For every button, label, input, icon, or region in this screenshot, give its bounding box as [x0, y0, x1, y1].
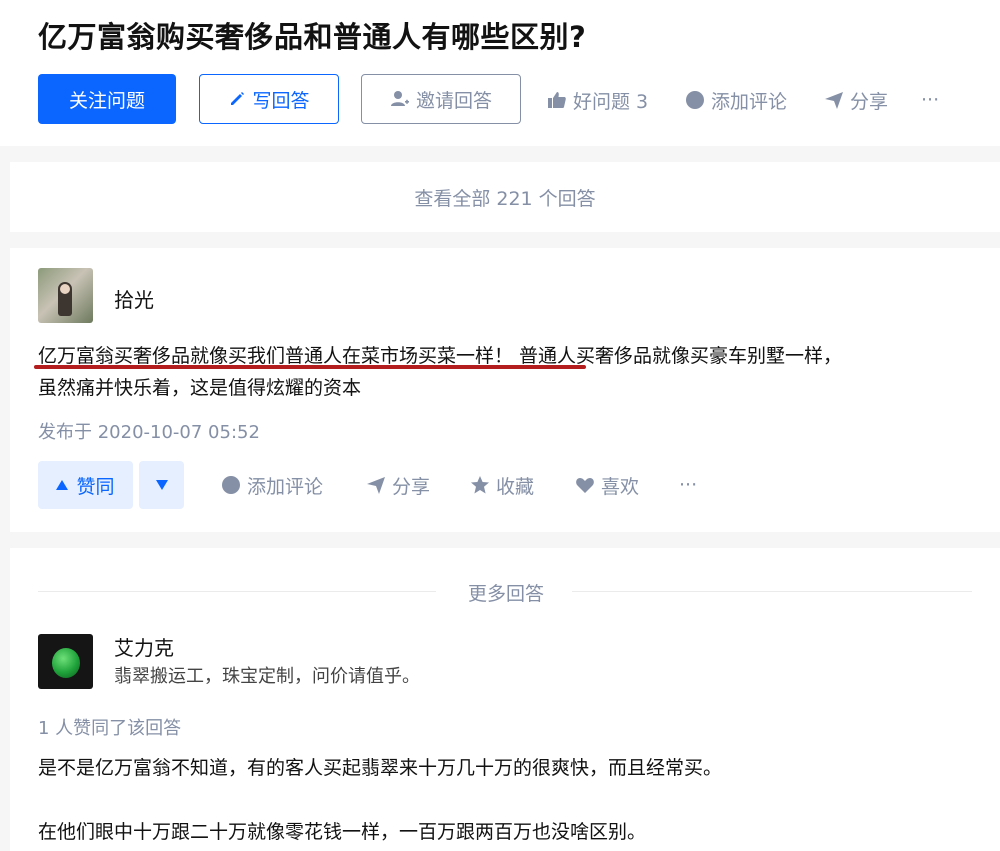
answer-comment-label: 添加评论: [247, 475, 324, 498]
follow-question-button[interactable]: 关注问题: [38, 74, 176, 124]
heart-icon: [575, 475, 595, 495]
comment-icon: [221, 475, 241, 495]
vote-down-button[interactable]: [139, 461, 184, 509]
more-answers-title: 更多回答: [467, 583, 544, 605]
add-user-icon: [390, 89, 410, 109]
answer-content-line: 在他们眼中十万跟二十万就像零花钱一样，一百万跟两百万也没啥区别。: [38, 821, 647, 843]
share-label: 分享: [850, 90, 889, 113]
more-options-button[interactable]: ···: [921, 86, 939, 114]
share-button[interactable]: 分享: [824, 86, 888, 114]
author-name[interactable]: 艾力克: [114, 632, 174, 661]
vote-up-button[interactable]: 赞同: [38, 461, 133, 509]
thumbs-up-icon: [547, 90, 567, 110]
write-answer-button[interactable]: 写回答: [199, 74, 339, 124]
vote-count: 1 人赞同了该回答: [38, 718, 182, 739]
vote-up-label: 赞同: [76, 475, 115, 498]
triangle-down-icon: [155, 480, 168, 490]
collect-label: 收藏: [496, 475, 535, 498]
comment-icon: [685, 90, 705, 110]
star-icon: [470, 475, 490, 495]
publish-time[interactable]: 发布于 2020-10-07 05:52: [38, 418, 260, 444]
more-answers-card: 更多回答 艾力克 翡翠搬运工，珠宝定制，问价请值乎。 1 人赞同了该回答 是不是…: [10, 548, 1000, 851]
avatar[interactable]: [38, 268, 93, 323]
follow-question-label: 关注问题: [68, 89, 145, 112]
answer-share-button[interactable]: 分享: [366, 470, 430, 500]
author-bio: 翡翠搬运工，珠宝定制，问价请值乎。: [114, 666, 420, 687]
avatar[interactable]: [38, 634, 93, 689]
good-question-label: 好问题 3: [573, 90, 649, 113]
triangle-up-icon: [56, 480, 69, 490]
like-label: 喜欢: [601, 475, 640, 498]
answer-share-label: 分享: [392, 475, 431, 498]
share-icon: [824, 90, 844, 110]
answer-content-line: 虽然痛并快乐着，这是值得炫耀的资本: [38, 377, 362, 399]
invite-answer-button[interactable]: 邀请回答: [361, 74, 521, 124]
highlight-underline: [34, 365, 586, 369]
add-comment-button[interactable]: 添加评论: [685, 86, 787, 114]
more-icon: ···: [921, 89, 940, 111]
write-answer-label: 写回答: [252, 89, 310, 112]
pencil-icon: [228, 90, 246, 108]
answer-content-line: 是不是亿万富翁不知道，有的客人买起翡翠来十万几十万的很爽快，而且经常买。: [38, 757, 723, 779]
collect-button[interactable]: 收藏: [470, 470, 534, 500]
answer-card: 拾光 亿万富翁买奢侈品就像买我们普通人在菜市场买菜一样！ 普通人买奢侈品就像买豪…: [10, 248, 1000, 532]
more-icon: ···: [679, 474, 698, 496]
share-icon: [366, 475, 386, 495]
add-comment-label: 添加评论: [711, 90, 788, 113]
question-title: 亿万富翁购买奢侈品和普通人有哪些区别?: [38, 20, 587, 54]
like-button[interactable]: 喜欢: [575, 470, 639, 500]
good-question-button[interactable]: 好问题 3: [547, 86, 648, 114]
answer-more-button[interactable]: ···: [679, 470, 697, 500]
question-header: 亿万富翁购买奢侈品和普通人有哪些区别? 关注问题 写回答 邀请回答 好问题 3 …: [0, 0, 1000, 146]
author-name[interactable]: 拾光: [114, 284, 154, 313]
answer-comment-button[interactable]: 添加评论: [221, 470, 323, 500]
divider: [572, 591, 972, 592]
view-all-answers-label: 查看全部 221 个回答: [414, 187, 596, 210]
invite-answer-label: 邀请回答: [415, 89, 492, 112]
divider: [38, 591, 436, 592]
view-all-answers-button[interactable]: 查看全部 221 个回答: [10, 162, 1000, 232]
